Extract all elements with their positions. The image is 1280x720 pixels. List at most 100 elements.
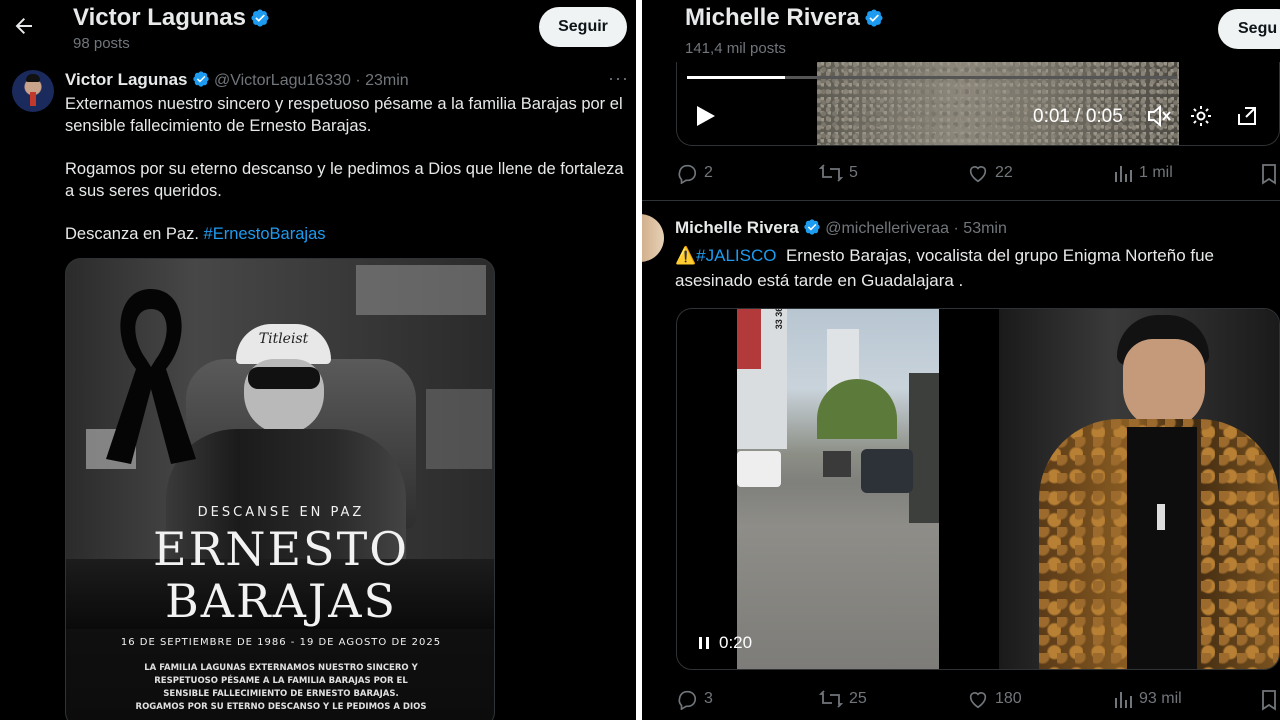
tweet-closing-text: Descanza en Paz. [65, 225, 199, 243]
video-elapsed-time: 0:20 [719, 633, 753, 652]
profile-name-text: Victor Lagunas [73, 4, 246, 31]
memorial-last-name: BARAJAS [164, 574, 398, 628]
bookmark-icon[interactable] [1260, 689, 1278, 711]
tweet-author-name[interactable]: Michelle Rivera [675, 218, 799, 237]
hashtag-link[interactable]: #ErnestoBarajas [204, 225, 326, 243]
verified-badge-icon [192, 71, 209, 87]
reply-action[interactable]: 3 [676, 688, 713, 710]
like-action[interactable]: 22 [967, 162, 1013, 184]
tweet-timestamp[interactable]: · 53min [954, 220, 1007, 237]
red-sign-shape [737, 309, 761, 369]
settings-gear-icon[interactable] [1189, 104, 1213, 128]
face-shape [1123, 339, 1205, 429]
video-frame [817, 62, 1179, 145]
repost-action[interactable]: 5 [819, 162, 858, 184]
muted-speaker-icon[interactable] [1147, 104, 1173, 128]
expand-icon[interactable] [1235, 104, 1259, 128]
memorial-message-line: RESPETUOSO PÉSAME A LA FAMILIA BARAJAS P… [154, 676, 408, 686]
memorial-dates: 16 DE SEPTIEMBRE DE 1986 - 19 DE AGOSTO … [120, 637, 442, 648]
video-player-top[interactable]: 0:01 / 0:05 [676, 62, 1280, 146]
tweet-closing: Descanza en Paz. #ErnestoBarajas [65, 223, 326, 245]
cross-pendant [1157, 504, 1165, 530]
right-profile-panel: Michelle Rivera 141,4 mil posts Segu 0:0… [642, 0, 1280, 720]
like-count: 180 [995, 690, 1022, 707]
repost-count: 5 [849, 164, 858, 181]
memorial-message-line: ROGAMOS POR SU ETERNO DESCANSO Y LE PEDI… [135, 702, 427, 712]
verified-badge-icon [804, 219, 820, 235]
follow-button[interactable]: Seguir [539, 7, 627, 47]
repost-icon [819, 164, 843, 182]
views-count: 93 mil [1139, 690, 1182, 707]
bookmark-icon[interactable] [1260, 163, 1278, 185]
repost-action[interactable]: 25 [819, 688, 867, 710]
reply-count: 2 [704, 164, 713, 181]
white-car-shape [737, 451, 781, 487]
video-player-bottom[interactable]: 33 36 0:20 [676, 308, 1280, 670]
profile-post-count: 141,4 mil posts [685, 40, 786, 57]
tweet-line: Externamos nuestro sincero y respetuoso … [65, 95, 623, 113]
avatar[interactable] [642, 214, 664, 262]
black-shirt-shape [1127, 427, 1197, 669]
rip-label: DESCANSE EN PAZ [197, 505, 365, 520]
views-chart-icon [1115, 166, 1132, 182]
heart-icon [969, 166, 987, 183]
repost-icon [819, 690, 843, 708]
tweet-author-handle[interactable]: @michelleriveraa [825, 220, 949, 237]
follow-button[interactable]: Segu [1218, 9, 1280, 49]
views-action[interactable]: 93 mil [1113, 688, 1182, 710]
sunglasses-shape [248, 367, 320, 389]
avatar[interactable] [12, 70, 54, 112]
tweet-line: asesinado está tarde en Guadalajara . [675, 271, 964, 290]
reply-icon [678, 164, 697, 184]
tweet-header: Michelle Rivera @michelleriveraa · 53min [675, 218, 1007, 238]
tweet-line: ⚠️#JALISCO Ernesto Barajas, vocalista de… [675, 245, 1214, 267]
video-progress-bar[interactable] [687, 76, 1177, 79]
left-profile-panel: Victor Lagunas 98 posts Seguir Victor La… [0, 0, 636, 720]
reply-icon [678, 690, 697, 710]
black-ribbon-icon [106, 289, 196, 464]
street-video-frame: 33 36 [737, 308, 939, 669]
hashtag-link[interactable]: #JALISCO [696, 246, 776, 265]
tweet-timestamp[interactable]: · 23min [355, 72, 408, 89]
memorial-image[interactable]: Titleist DESCANSE EN PAZ ERNESTO BARAJAS… [65, 258, 495, 720]
tweet-author-name[interactable]: Victor Lagunas [65, 70, 188, 89]
reply-action[interactable]: 2 [676, 162, 713, 184]
back-arrow-icon[interactable] [12, 14, 36, 38]
tweet-line: Rogamos por su eterno descanso y le pedi… [65, 160, 624, 178]
verified-badge-icon [251, 9, 269, 27]
video-status[interactable]: 0:20 [697, 633, 752, 653]
pause-icon[interactable] [697, 635, 711, 651]
framed-picture [426, 389, 492, 469]
tweet-text: Ernesto Barajas, vocalista del grupo Eni… [785, 246, 1215, 265]
repost-count: 25 [849, 690, 867, 707]
like-action[interactable]: 180 [967, 688, 1022, 710]
profile-header-name: Victor Lagunas [73, 4, 270, 32]
memorial-message-line: LA FAMILIA LAGUNAS EXTERNAMOS NUESTRO SI… [144, 663, 418, 673]
views-chart-icon [1115, 692, 1132, 708]
tweet-author-handle[interactable]: @VictorLagu16330 [214, 72, 351, 89]
like-count: 22 [995, 164, 1013, 181]
cap-logo-text: Titleist [258, 331, 309, 347]
reply-count: 3 [704, 690, 713, 707]
portrait-image [999, 309, 1279, 669]
profile-name-text: Michelle Rivera [685, 4, 860, 31]
tweet-line: a sus seres queridos. [65, 182, 222, 200]
dark-suv-shape [861, 449, 913, 493]
tweet-separator [642, 200, 1280, 201]
tweet-line: sensible fallecimiento de Ernesto Baraja… [65, 117, 372, 135]
window-shape [356, 265, 486, 315]
more-options-icon[interactable]: ··· [608, 68, 629, 89]
play-icon[interactable] [695, 104, 717, 128]
video-progress-fill [687, 76, 785, 79]
truck-shape [909, 373, 939, 523]
profile-post-count: 98 posts [73, 35, 130, 52]
views-action[interactable]: 1 mil [1113, 162, 1173, 184]
views-count: 1 mil [1139, 164, 1173, 181]
verified-badge-icon [865, 9, 883, 27]
memorial-message-line: SENSIBLE FALLECIMIENTO DE ERNESTO BARAJA… [163, 689, 399, 699]
profile-header-name: Michelle Rivera [685, 4, 884, 32]
video-time: 0:01 / 0:05 [1033, 106, 1123, 127]
heart-icon [969, 692, 987, 709]
memorial-first-name: ERNESTO [153, 522, 409, 576]
sign-number: 33 36 [774, 308, 784, 330]
